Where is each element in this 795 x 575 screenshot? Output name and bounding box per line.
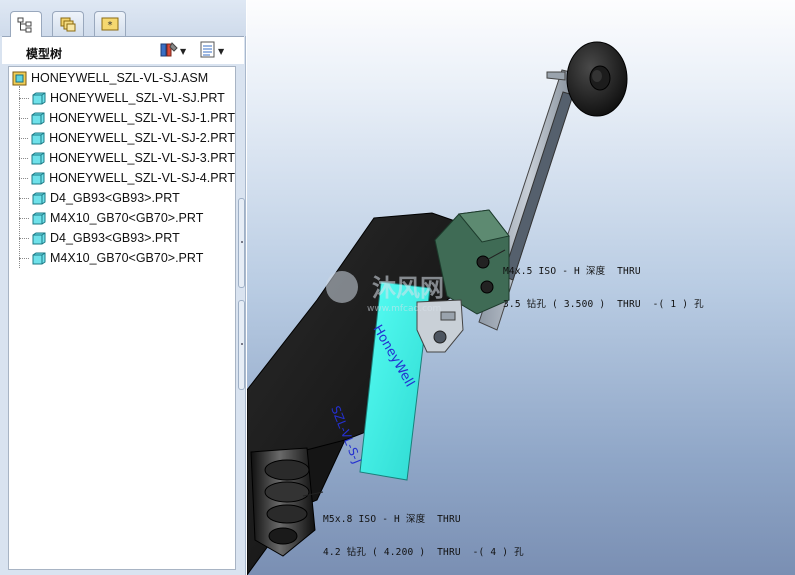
model-tree-panel: * 模型树 ▼ ▼ HONEYWELL_SZL-VL-SJ.ASM HONEYW… — [0, 0, 246, 575]
tree-connector — [19, 137, 29, 139]
tree-item-label: HONEYWELL_SZL-VL-SJ-3.PRT — [49, 151, 235, 165]
part-icon — [32, 192, 46, 205]
part-icon — [31, 172, 45, 185]
chevron-down-icon: ▼ — [180, 46, 187, 56]
annotation-line: M4x.5 ISO - H 深度 THRU — [503, 266, 641, 277]
hole-annotation-top[interactable]: M4x.5 ISO - H 深度 THRU 3.5 钻孔 ( 3.500 ) T… — [503, 244, 704, 332]
tree-connector — [19, 157, 29, 159]
tree-root-label: HONEYWELL_SZL-VL-SJ.ASM — [31, 71, 209, 85]
tree-item-label: HONEYWELL_SZL-VL-SJ.PRT — [50, 91, 225, 105]
graphics-viewport[interactable]: HoneyWell SZL-VL-S-J 沐风网 www.mfcad.com M… — [247, 0, 795, 575]
svg-text:*: * — [108, 20, 113, 31]
tree-item[interactable]: M4X10_GB70<GB70>.PRT — [9, 248, 235, 268]
tree-item[interactable]: D4_GB93<GB93>.PRT — [9, 188, 235, 208]
model-tree-icon — [17, 17, 35, 33]
panel-splitter[interactable] — [237, 198, 246, 390]
tree-connector — [19, 217, 29, 219]
favorites-star-icon: * — [101, 16, 119, 32]
tree-columns-button[interactable]: ▼ — [200, 41, 225, 61]
part-icon — [31, 152, 45, 165]
tree-item-label: M4X10_GB70<GB70>.PRT — [50, 251, 204, 265]
tree-root-item[interactable]: HONEYWELL_SZL-VL-SJ.ASM — [9, 68, 235, 88]
tree-header: 模型树 ▼ ▼ — [2, 36, 244, 64]
assembly-icon — [12, 71, 27, 86]
model-tree: HONEYWELL_SZL-VL-SJ.ASM HONEYWELL_SZL-VL… — [8, 66, 236, 570]
tree-item-label: D4_GB93<GB93>.PRT — [50, 191, 180, 205]
splitter-grip-bottom[interactable] — [238, 300, 245, 390]
tree-settings-icon — [160, 41, 178, 61]
part-icon — [31, 112, 45, 125]
tree-item-label: M4X10_GB70<GB70>.PRT — [50, 211, 204, 225]
tab-model-tree[interactable] — [10, 11, 42, 37]
navigator-tabbar: * — [0, 0, 246, 37]
part-icon — [32, 92, 46, 105]
hole-annotation-bottom[interactable]: M5x.8 ISO - H 深度 THRU 4.2 钻孔 ( 4.200 ) T… — [323, 492, 524, 575]
tree-connector — [19, 257, 29, 259]
annotation-line: M5x.8 ISO - H 深度 THRU — [323, 514, 461, 525]
part-icon — [32, 212, 46, 225]
layers-icon — [59, 16, 77, 32]
part-icon — [31, 132, 45, 145]
roller-wheel — [566, 41, 628, 117]
tree-item[interactable]: HONEYWELL_SZL-VL-SJ-2.PRT — [9, 128, 235, 148]
tree-item-label: D4_GB93<GB93>.PRT — [50, 231, 180, 245]
tree-item-label: HONEYWELL_SZL-VL-SJ-4.PRT — [49, 171, 235, 185]
tab-favorites[interactable]: * — [94, 11, 126, 36]
watermark-text: 沐风网 — [372, 274, 444, 302]
annotation-line: 3.5 钻孔 ( 3.500 ) THRU -( 1 ) 孔 — [503, 299, 704, 310]
tree-item[interactable]: D4_GB93<GB93>.PRT — [9, 228, 235, 248]
tree-connector — [19, 97, 29, 99]
tree-item[interactable]: M4X10_GB70<GB70>.PRT — [9, 208, 235, 228]
watermark-url: www.mfcad.com — [367, 304, 441, 314]
threaded-plunger — [250, 447, 316, 557]
tab-layers[interactable] — [52, 11, 84, 36]
tree-item[interactable]: HONEYWELL_SZL-VL-SJ.PRT — [9, 88, 235, 108]
tree-item-label: HONEYWELL_SZL-VL-SJ-2.PRT — [49, 131, 235, 145]
part-icon — [32, 232, 46, 245]
tree-columns-icon — [200, 41, 216, 61]
tree-connector — [19, 117, 29, 119]
tree-item-label: HONEYWELL_SZL-VL-SJ-1.PRT — [49, 111, 235, 125]
tree-item[interactable]: HONEYWELL_SZL-VL-SJ-4.PRT — [9, 168, 235, 188]
tree-item[interactable]: HONEYWELL_SZL-VL-SJ-1.PRT — [9, 108, 235, 128]
splitter-grip-top[interactable] — [238, 198, 245, 288]
tree-connector — [19, 237, 29, 239]
tree-item[interactable]: HONEYWELL_SZL-VL-SJ-3.PRT — [9, 148, 235, 168]
tree-settings-button[interactable]: ▼ — [160, 42, 186, 60]
tree-connector — [19, 177, 29, 179]
tree-connector — [19, 197, 29, 199]
annotation-line: 4.2 钻孔 ( 4.200 ) THRU -( 4 ) 孔 — [323, 547, 524, 558]
chevron-down-icon: ▼ — [218, 46, 225, 56]
tree-title: 模型树 — [26, 47, 63, 61]
part-icon — [32, 252, 46, 265]
